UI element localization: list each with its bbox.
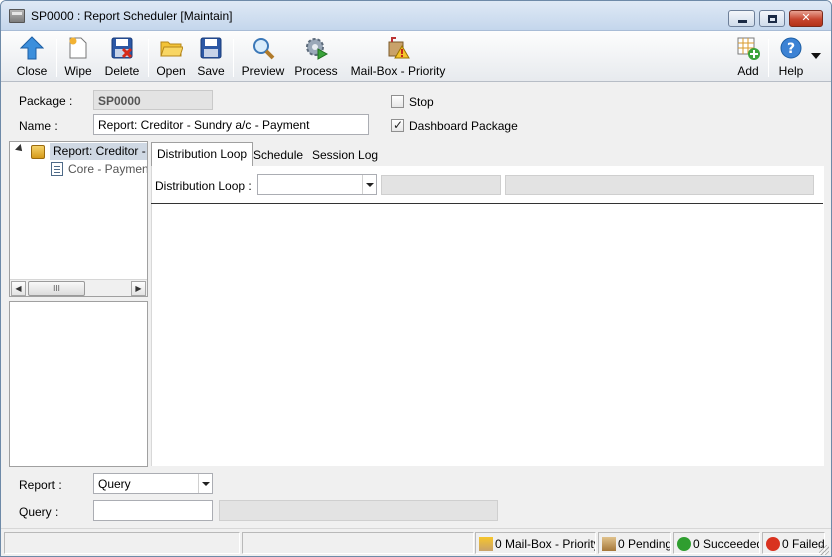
maximize-button[interactable]	[759, 10, 785, 27]
save-floppy-icon	[199, 36, 223, 60]
toolbar: Close Wipe Delete Open Save Preview Proc…	[1, 31, 831, 82]
status-failed[interactable]: 0 Failed	[762, 532, 825, 554]
add-label: Add	[737, 64, 759, 78]
window-title: SP0000 : Report Scheduler [Maintain]	[31, 9, 233, 23]
magnifier-icon	[251, 36, 275, 60]
divider	[151, 203, 823, 204]
preview-label: Preview	[241, 64, 285, 78]
distribution-loop-code-field	[381, 175, 501, 195]
tab-schedule[interactable]: Schedule	[248, 144, 308, 166]
wipe-label: Wipe	[64, 64, 92, 78]
dashboard-package-checkbox[interactable]	[391, 118, 404, 132]
status-cell-empty	[242, 532, 474, 554]
delete-label: Delete	[104, 64, 140, 78]
status-cell-empty	[4, 532, 240, 554]
pending-mailbox-icon	[602, 537, 616, 551]
status-mailbox-priority[interactable]: 0 Mail-Box - Priority	[475, 532, 596, 554]
distribution-loop-description-field	[505, 175, 814, 195]
resize-grip-icon[interactable]	[819, 545, 829, 555]
distribution-loop-panel	[151, 166, 824, 466]
add-grid-icon	[736, 36, 760, 60]
save-label: Save	[197, 64, 225, 78]
package-icon	[31, 145, 45, 159]
lower-left-panel	[9, 301, 148, 467]
distribution-loop-label: Distribution Loop :	[155, 179, 252, 193]
help-button[interactable]: ? Help	[774, 34, 808, 80]
toolbar-separator	[233, 39, 234, 77]
report-scheduler-window: SP0000 : Report Scheduler [Maintain] ✕ C…	[0, 0, 832, 557]
name-input[interactable]: Report: Creditor - Sundry a/c - Payment	[93, 114, 369, 135]
scroll-thumb[interactable]: III	[28, 281, 85, 296]
tab-strip: Distribution Loop Schedule Session Log	[151, 142, 824, 167]
mailbox-priority-icon	[386, 36, 410, 60]
toolbar-separator	[56, 39, 57, 77]
wipe-button[interactable]: Wipe	[61, 34, 95, 80]
report-select[interactable]: Query	[93, 473, 213, 494]
status-bar: 0 Mail-Box - Priority 0 Pending 0 Succee…	[1, 528, 831, 556]
scroll-left-icon[interactable]: ◀	[11, 281, 26, 296]
minimize-button[interactable]	[728, 10, 755, 27]
query-label: Query :	[19, 505, 59, 519]
help-icon: ?	[779, 36, 803, 60]
scroll-right-icon[interactable]: ▶	[131, 281, 146, 296]
add-button[interactable]: Add	[732, 34, 764, 80]
package-field: SP0000	[93, 90, 213, 110]
status-pending[interactable]: 0 Pending	[598, 532, 671, 554]
toolbar-separator	[148, 39, 149, 77]
dashboard-package-label: Dashboard Package	[409, 119, 518, 133]
close-button[interactable]: Close	[11, 34, 53, 80]
error-circle-icon	[766, 537, 780, 551]
new-document-icon	[66, 36, 90, 60]
svg-text:?: ?	[787, 41, 795, 57]
tree-horizontal-scrollbar[interactable]: ◀ III ▶	[10, 279, 147, 296]
app-icon	[9, 9, 25, 23]
document-icon	[51, 162, 63, 176]
open-label: Open	[156, 64, 186, 78]
package-label: Package :	[19, 94, 73, 108]
mailbox-priority-button[interactable]: Mail-Box - Priority	[347, 34, 449, 80]
process-button[interactable]: Process	[291, 34, 341, 80]
status-pending-text: 0 Pending	[618, 537, 671, 551]
package-tree: Report: Creditor - Core - Paymen ◀ III ▶	[9, 141, 148, 297]
help-label: Help	[778, 64, 804, 78]
name-label: Name :	[19, 119, 58, 133]
preview-button[interactable]: Preview	[239, 34, 287, 80]
close-icon: ✕	[801, 12, 811, 24]
open-button[interactable]: Open	[154, 34, 188, 80]
toolbar-overflow-icon[interactable]	[811, 53, 821, 59]
toolbar-separator	[768, 39, 769, 77]
status-mailbox-text: 0 Mail-Box - Priority	[495, 537, 596, 551]
expand-triangle-icon[interactable]	[15, 144, 25, 154]
save-button[interactable]: Save	[194, 34, 228, 80]
delete-floppy-icon	[110, 36, 134, 60]
folder-icon	[159, 36, 183, 60]
stop-label: Stop	[409, 95, 434, 109]
status-succeeded[interactable]: 0 Succeeded	[673, 532, 760, 554]
chevron-down-icon[interactable]	[362, 175, 376, 194]
distribution-loop-select[interactable]	[257, 174, 377, 195]
query-description-field	[219, 500, 498, 521]
tree-node-core-payment[interactable]: Core - Paymen	[68, 162, 147, 176]
report-label: Report :	[19, 478, 62, 492]
tab-distribution-loop[interactable]: Distribution Loop	[151, 142, 254, 167]
close-window-button[interactable]: ✕	[789, 10, 823, 27]
mailbox-priority-icon	[479, 537, 493, 551]
stop-checkbox[interactable]	[391, 95, 404, 108]
close-label: Close	[16, 64, 48, 78]
delete-button[interactable]: Delete	[101, 34, 143, 80]
chevron-down-icon[interactable]	[198, 474, 212, 493]
status-succeeded-text: 0 Succeeded	[693, 537, 760, 551]
up-arrow-icon	[20, 36, 44, 60]
maximize-icon	[768, 15, 777, 23]
query-input[interactable]	[93, 500, 213, 521]
title-bar: SP0000 : Report Scheduler [Maintain] ✕	[1, 1, 831, 31]
minimize-icon	[738, 20, 747, 23]
tab-session-log[interactable]: Session Log	[307, 144, 383, 166]
gear-play-icon	[304, 36, 328, 60]
check-circle-icon	[677, 537, 691, 551]
tree-node-report[interactable]: Report: Creditor -	[50, 143, 147, 160]
process-label: Process	[294, 64, 338, 78]
mailbox-priority-label: Mail-Box - Priority	[350, 64, 446, 78]
